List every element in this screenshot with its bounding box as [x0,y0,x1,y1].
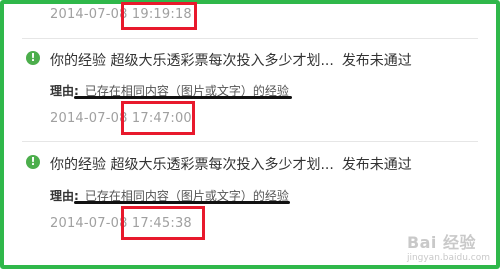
entry-status: 发布未通过 [341,157,412,173]
baidu-watermark: Bai 经验 jingyan.baidu.com [407,229,490,263]
entry-title[interactable]: 你的经验 超级大乐透彩票每次投入多少才划... 发布未通过 [50,50,412,70]
reason-underline [74,201,290,204]
divider [22,141,478,142]
reason-underline [74,96,292,99]
watermark-brand: Bai 经验 [406,233,476,252]
exclamation-circle-icon: ! [26,155,40,169]
watermark-url: jingyan.baidu.com [406,253,490,263]
entry-status: 发布未通过 [341,53,412,69]
entry-title[interactable]: 你的经验 超级大乐透彩票每次投入多少才划... 发布未通过 [50,154,412,174]
divider [22,38,478,39]
exclamation-circle-icon: ! [26,51,40,65]
time-highlight-box [121,206,205,240]
time-highlight-box [121,101,195,135]
time-highlight-box [121,2,197,30]
